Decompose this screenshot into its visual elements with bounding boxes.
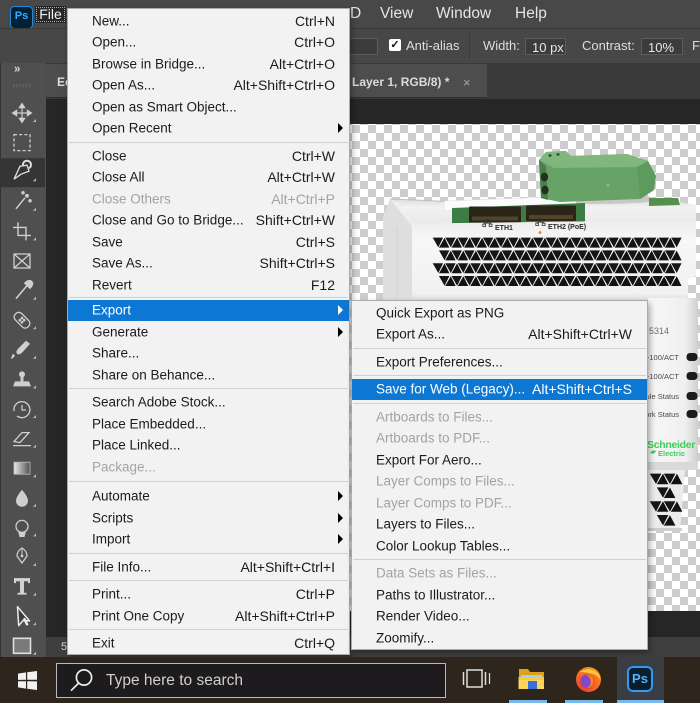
- svg-text:ule Status: ule Status: [646, 392, 680, 401]
- svg-text:ETH2 (PoE): ETH2 (PoE): [548, 224, 586, 231]
- svg-text:»: »: [14, 64, 20, 76]
- svg-text:0-100/ACT: 0-100/ACT: [643, 372, 680, 381]
- svg-text:0-100/ACT: 0-100/ACT: [643, 353, 680, 362]
- svg-text:Electric: Electric: [658, 449, 685, 458]
- svg-text:ork Status: ork Status: [645, 410, 679, 419]
- svg-text:5314: 5314: [649, 326, 669, 336]
- svg-text:ETH1: ETH1: [495, 225, 513, 232]
